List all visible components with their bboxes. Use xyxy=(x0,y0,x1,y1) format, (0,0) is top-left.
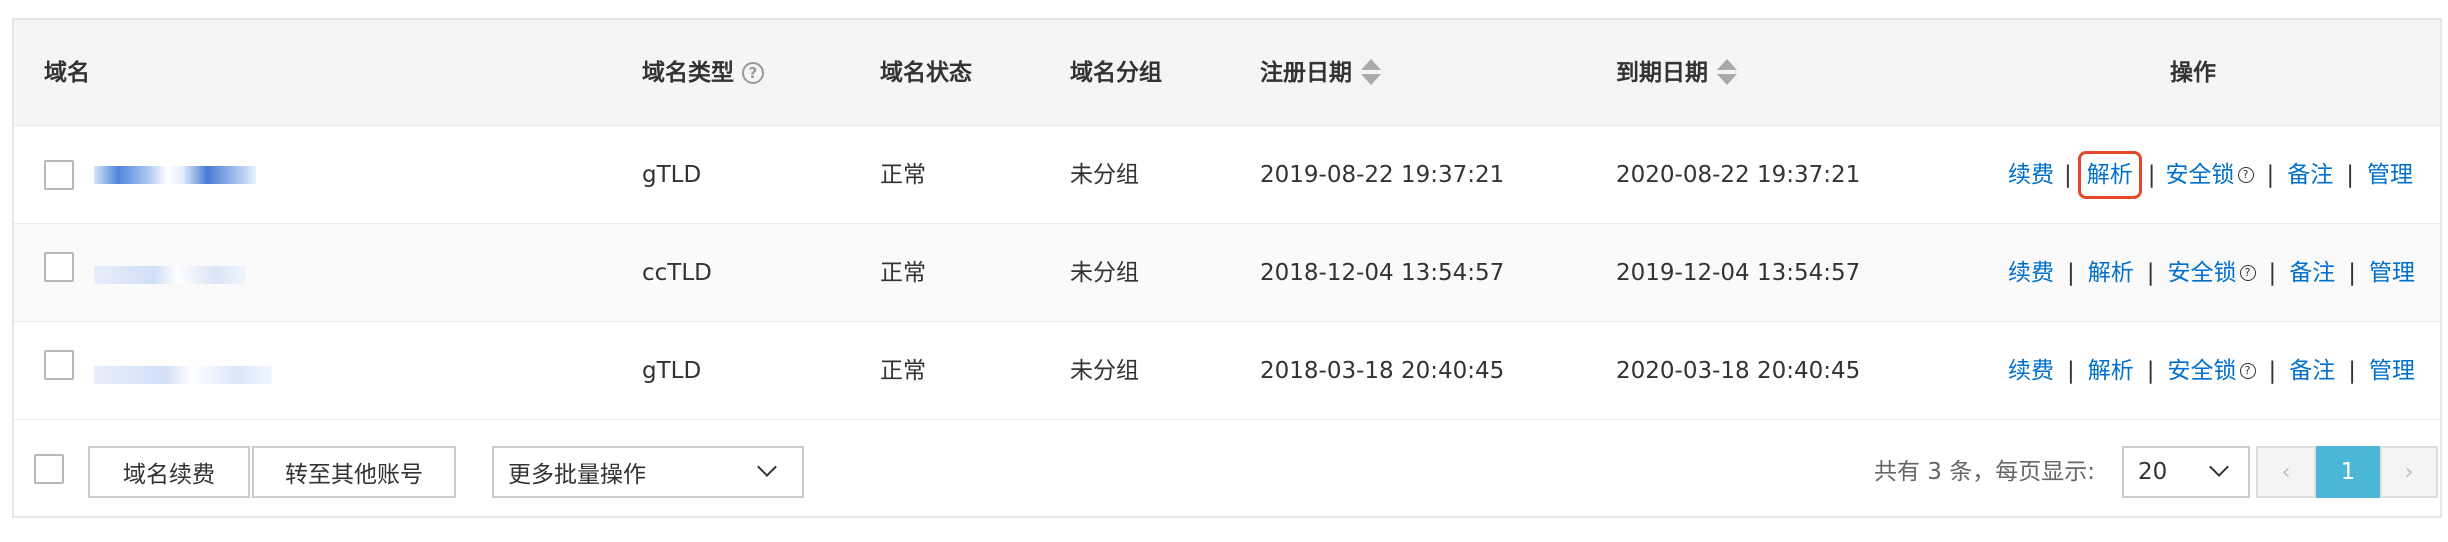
row-checkbox[interactable] xyxy=(44,160,74,190)
sort-icon[interactable] xyxy=(1716,59,1738,87)
action-separator: | xyxy=(2064,162,2072,188)
transfer-account-button[interactable]: 转至其他账号 xyxy=(252,446,456,498)
column-header-type: 域名类型 ? xyxy=(642,20,764,126)
domain-link[interactable] xyxy=(94,166,256,184)
manage-link[interactable]: 管理 xyxy=(2369,224,2415,322)
chevron-down-icon xyxy=(757,457,777,477)
row-actions: 续费 | 解析 | 安全锁 ? | 备注 | 管理 xyxy=(2008,224,2415,322)
column-header-actions: 操作 xyxy=(2170,60,2216,86)
domain-type: ccTLD xyxy=(642,260,712,286)
action-separator: | xyxy=(2146,358,2155,384)
column-header-status: 域名状态 xyxy=(880,60,972,86)
action-separator: | xyxy=(2266,162,2275,188)
sort-icon[interactable] xyxy=(1360,59,1382,87)
dns-resolve-link[interactable]: 解析 xyxy=(2088,322,2134,420)
security-lock-link[interactable]: 安全锁 xyxy=(2168,224,2237,322)
security-lock-link[interactable]: 安全锁 xyxy=(2168,322,2237,420)
domain-link[interactable] xyxy=(94,266,246,284)
row-checkbox[interactable] xyxy=(44,252,74,282)
note-link[interactable]: 备注 xyxy=(2287,126,2333,224)
help-icon[interactable]: ? xyxy=(2237,167,2254,183)
page-size-select[interactable]: 20 xyxy=(2122,446,2250,498)
table-footer: 域名续费 转至其他账号 更多批量操作 共有 3 条，每页显示: 20 ‹ 1 › xyxy=(14,420,2440,518)
expiration-date: 2020-03-18 20:40:45 xyxy=(1616,358,1861,384)
row-actions: 续费 | 解析 | 安全锁 ? | 备注 | 管理 xyxy=(2008,126,2413,224)
prev-page-button[interactable]: ‹ xyxy=(2256,446,2316,498)
domain-group: 未分组 xyxy=(1070,358,1139,384)
registration-date: 2019-08-22 19:37:21 xyxy=(1260,162,1505,188)
domain-type: gTLD xyxy=(642,162,702,188)
table-header: 域名 域名类型 ? 域名状态 域名分组 注册日期 到期日期 操作 xyxy=(14,20,2440,126)
renew-link[interactable]: 续费 xyxy=(2008,126,2054,224)
expiration-date: 2020-08-22 19:37:21 xyxy=(1616,162,1861,188)
action-separator: | xyxy=(2067,260,2075,286)
dns-resolve-link[interactable]: 解析 xyxy=(2077,151,2142,199)
renew-link[interactable]: 续费 xyxy=(2008,224,2054,322)
table-row: gTLD 正常 未分组 2019-08-22 19:37:21 2020-08-… xyxy=(14,126,2440,224)
expiration-date: 2019-12-04 13:54:57 xyxy=(1616,260,1861,286)
note-link[interactable]: 备注 xyxy=(2289,322,2335,420)
domain-group: 未分组 xyxy=(1070,162,1139,188)
domain-type: gTLD xyxy=(642,358,702,384)
table-row: ccTLD 正常 未分组 2018-12-04 13:54:57 2019-12… xyxy=(14,224,2440,322)
domain-link[interactable] xyxy=(94,366,272,384)
batch-operations-select[interactable]: 更多批量操作 xyxy=(492,446,804,498)
column-header-group: 域名分组 xyxy=(1070,60,1162,86)
domain-status: 正常 xyxy=(880,358,926,384)
note-link[interactable]: 备注 xyxy=(2289,224,2335,322)
column-header-type-label: 域名类型 xyxy=(642,60,734,86)
security-lock-link[interactable]: 安全锁 xyxy=(2166,126,2235,224)
batch-operations-label: 更多批量操作 xyxy=(508,462,646,488)
manage-link[interactable]: 管理 xyxy=(2369,322,2415,420)
manage-link[interactable]: 管理 xyxy=(2367,126,2413,224)
domain-group: 未分组 xyxy=(1070,260,1139,286)
renew-link[interactable]: 续费 xyxy=(2008,322,2054,420)
action-separator: | xyxy=(2268,260,2277,286)
column-header-reg-date[interactable]: 注册日期 xyxy=(1260,20,1382,126)
next-page-button[interactable]: › xyxy=(2380,446,2438,498)
help-icon[interactable]: ? xyxy=(2239,363,2256,379)
registration-date: 2018-12-04 13:54:57 xyxy=(1260,260,1505,286)
action-separator: | xyxy=(2067,358,2075,384)
dns-resolve-link[interactable]: 解析 xyxy=(2088,224,2134,322)
renew-domains-button[interactable]: 域名续费 xyxy=(88,446,250,498)
chevron-down-icon xyxy=(2209,457,2229,477)
column-header-domain: 域名 xyxy=(44,60,90,86)
action-separator: | xyxy=(2146,260,2155,286)
domain-list-panel: 域名 域名类型 ? 域名状态 域名分组 注册日期 到期日期 操作 gTLD 正常… xyxy=(12,18,2442,518)
column-header-exp-date-label: 到期日期 xyxy=(1616,60,1708,86)
domain-status: 正常 xyxy=(880,260,926,286)
column-header-reg-date-label: 注册日期 xyxy=(1260,60,1352,86)
help-icon[interactable]: ? xyxy=(2239,265,2256,281)
row-actions: 续费 | 解析 | 安全锁 ? | 备注 | 管理 xyxy=(2008,322,2415,420)
table-row: gTLD 正常 未分组 2018-03-18 20:40:45 2020-03-… xyxy=(14,322,2440,420)
action-separator: | xyxy=(2268,358,2277,384)
action-separator: | xyxy=(2348,358,2356,384)
help-icon[interactable]: ? xyxy=(742,62,764,84)
current-page-button[interactable]: 1 xyxy=(2316,446,2380,498)
page-size-value: 20 xyxy=(2138,459,2168,485)
column-header-exp-date[interactable]: 到期日期 xyxy=(1616,20,1738,126)
domain-status: 正常 xyxy=(880,162,926,188)
select-all-checkbox[interactable] xyxy=(34,454,64,484)
pagination-total: 共有 3 条，每页显示: xyxy=(1874,459,2096,485)
action-separator: | xyxy=(2147,162,2156,188)
registration-date: 2018-03-18 20:40:45 xyxy=(1260,358,1505,384)
row-checkbox[interactable] xyxy=(44,350,74,380)
action-separator: | xyxy=(2346,162,2354,188)
action-separator: | xyxy=(2348,260,2356,286)
